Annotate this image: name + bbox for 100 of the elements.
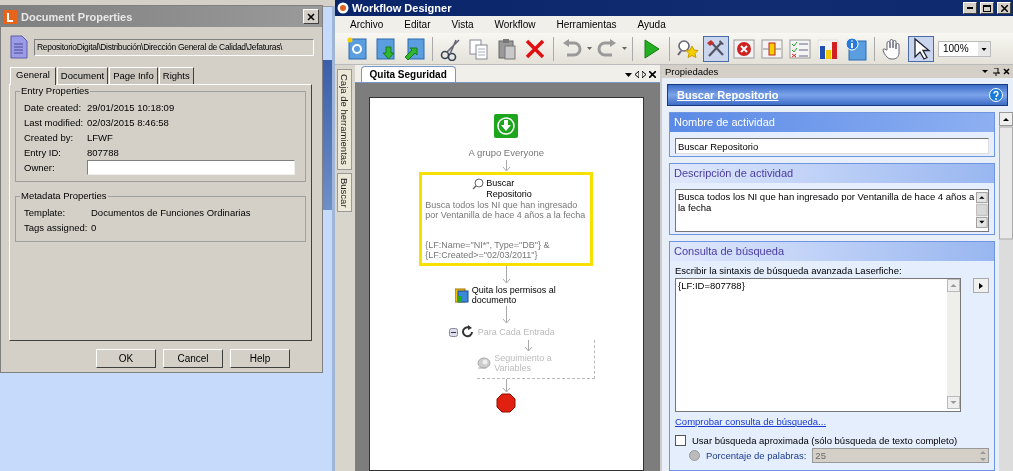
info-icon: [844, 36, 868, 61]
scissors-icon: [439, 36, 463, 61]
zoom-dropdown[interactable]: 100%: [938, 40, 991, 57]
close-button[interactable]: [997, 2, 1011, 14]
workflow-tab[interactable]: Quita Seguridad: [360, 66, 456, 82]
maximize-button[interactable]: [980, 2, 994, 14]
section-header: Nombre de actividad: [670, 113, 994, 132]
query-field[interactable]: {LF:ID=807788}: [675, 278, 961, 412]
property-value: Documentos de Funciones Ordinarias: [91, 207, 251, 218]
variables-icon: [477, 356, 492, 370]
description-field[interactable]: Busca todos los NI que han ingresado por Ventanilla de hace 4 años a la fecha: [675, 189, 989, 232]
spin-arrows-icon: [978, 448, 988, 463]
property-label: Owner:: [24, 162, 56, 173]
node-label: Seguimiento a Variables: [494, 353, 553, 373]
field-text: {LF:ID=807788}: [677, 279, 746, 292]
spinbox-value: 25: [815, 450, 826, 461]
section-header: Consulta de búsqueda: [670, 242, 994, 261]
property-label: Created by:: [24, 132, 75, 143]
checkbox[interactable]: [675, 435, 686, 446]
activity-name-field[interactable]: Buscar Repositorio: [675, 138, 989, 154]
close-icon: [649, 71, 656, 78]
close-button[interactable]: [303, 9, 319, 24]
tab[interactable]: Rights: [158, 67, 194, 84]
activity-box[interactable]: Buscar Repositorio Busca todos los NI que han ingresado por Ventanilla de hace 4 años a la fecha {LF:Name="NI*", Type="DB"} & {LF:Created>="02/03/2011"}: [419, 172, 594, 266]
magnifier-icon: [472, 178, 485, 190]
menu-item[interactable]: Editar: [393, 19, 441, 30]
caret-icon: [587, 47, 592, 50]
connector-arrow: [501, 306, 511, 324]
panel-title: Propiedades: [665, 66, 720, 77]
connector-arrow: [501, 266, 511, 284]
app-logo-icon: [4, 9, 17, 24]
help-icon: [989, 88, 1003, 102]
property-label: Date created:: [24, 102, 83, 113]
property-label: Last modified:: [24, 117, 85, 128]
app-gear-icon: [337, 2, 349, 14]
path-field: RepositorioDigital\Distribución\Dirección General de Calidad\Jefaturas\: [34, 38, 314, 56]
dialog-button[interactable]: Cancel: [163, 349, 223, 368]
connector-arrow: [501, 160, 511, 172]
group-title: Entry Properties: [20, 85, 91, 96]
node-label: A grupo Everyone: [468, 147, 544, 158]
property-label: Entry ID:: [24, 147, 62, 158]
connector-arrow: [524, 340, 534, 352]
minimize-icon: [967, 7, 973, 9]
toolbar-button[interactable]: [908, 35, 934, 62]
tab-menu-icon: [625, 72, 632, 77]
property-label: Template:: [24, 207, 67, 218]
property-value: LFWF: [87, 132, 113, 143]
paste-icon: [495, 36, 519, 61]
tab[interactable]: Page Info: [109, 67, 158, 84]
activity-query: {LF:Name="NI*", Type="DB"} & {LF:Created>="02/03/2011"}: [425, 240, 551, 260]
loop-icon: [460, 325, 475, 339]
menu-item[interactable]: Vista: [440, 19, 484, 30]
document-icon: [10, 35, 28, 59]
activity-title: Buscar Repositorio: [486, 178, 533, 200]
window-title: Document Properties: [21, 10, 134, 23]
toolbar-button[interactable]: [703, 35, 729, 62]
permissions-icon: [454, 287, 469, 303]
caret-icon: [622, 47, 627, 50]
property-value: 0: [91, 222, 97, 233]
insert-button[interactable]: [973, 278, 989, 293]
menu-item[interactable]: Archivo: [339, 19, 394, 30]
radio-label: Porcentaje de palabras:: [706, 450, 807, 461]
stop-icon: [496, 393, 517, 413]
property-value: 807788: [87, 147, 119, 158]
bar-chart-icon: [816, 36, 840, 61]
chevron-icon: [979, 282, 983, 289]
property-value: 29/01/2015 10:18:09: [87, 102, 175, 113]
dialog-button[interactable]: OK: [96, 349, 156, 368]
query-label: Escribir la sintaxis de búsqueda avanzada Laserfiche:: [675, 265, 903, 276]
scroll-left-icon: [635, 71, 639, 78]
export-icon: [402, 36, 426, 61]
menu-item[interactable]: Workflow: [483, 19, 546, 30]
menu-item[interactable]: Herramientas: [545, 19, 627, 30]
menu-item[interactable]: Ayuda: [626, 19, 676, 30]
dialog-button[interactable]: Help: [230, 349, 290, 368]
side-tab[interactable]: Caja de herramientas: [337, 69, 353, 170]
scroll-right-icon: [642, 71, 646, 78]
group-title: Metadata Properties: [20, 190, 108, 201]
layout-icon: [760, 36, 784, 61]
close-icon: [1000, 4, 1008, 12]
side-tab[interactable]: Buscar: [337, 172, 353, 213]
tab[interactable]: General: [10, 67, 56, 85]
error-icon: [732, 36, 756, 61]
close-icon: [307, 12, 315, 21]
check-query-link[interactable]: Comprobar consulta de búsqueda...: [675, 416, 827, 427]
owner-field[interactable]: [87, 160, 295, 175]
section-header: Descripción de actividad: [670, 164, 994, 183]
node-label: Para Cada Entrada: [477, 327, 556, 337]
window-title: Workflow Designer: [352, 2, 453, 14]
zoom-value: 100%: [943, 43, 969, 54]
checklist-icon: [788, 36, 812, 61]
activity-description: Busca todos los NI que han ingresado por Ventanilla de hace 4 años a la fecha: [425, 200, 587, 220]
start-icon: [494, 114, 519, 138]
scrollbar-icon: [947, 279, 960, 409]
copy-icon: [467, 36, 491, 61]
node-label: Quita los permisos al documento: [471, 285, 557, 305]
panel-controls-icon: [982, 67, 1010, 76]
tab[interactable]: Document: [56, 67, 109, 84]
property-value: 02/03/2015 8:46:58: [87, 117, 169, 128]
minimize-button[interactable]: [963, 2, 977, 14]
